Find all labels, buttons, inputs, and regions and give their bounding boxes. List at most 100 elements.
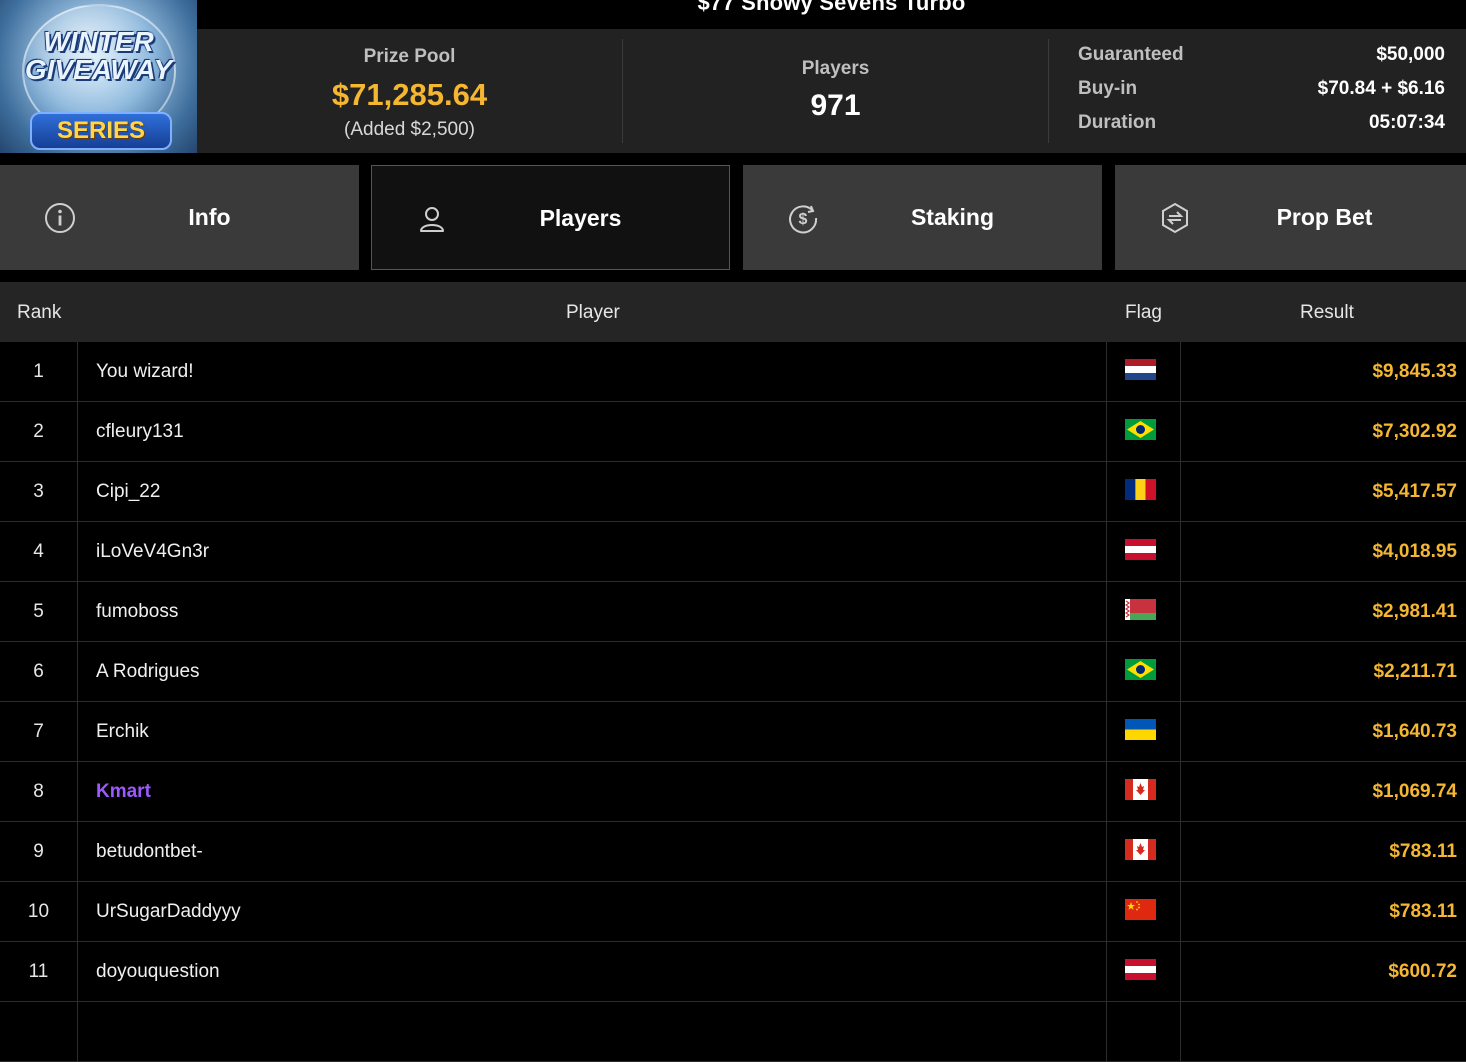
rank-cell: 8 bbox=[0, 762, 78, 822]
tab-bar: Info Players $ Staking Prop Bet bbox=[0, 165, 1466, 270]
header-result[interactable]: Result bbox=[1300, 302, 1354, 324]
title-bar: $77 Snowy Sevens Turbo bbox=[197, 0, 1466, 29]
table-row[interactable]: 8 Kmart $1,069.74 bbox=[0, 762, 1466, 822]
tab-players-label: Players bbox=[539, 205, 622, 231]
tab-players[interactable]: Players bbox=[371, 165, 730, 270]
austria-flag-icon bbox=[1125, 539, 1156, 560]
tab-prop-bet-label: Prop Bet bbox=[1276, 204, 1373, 230]
tab-staking[interactable]: $ Staking bbox=[743, 165, 1102, 270]
player-name[interactable]: You wizard! bbox=[96, 342, 194, 402]
tournament-summary: Prize Pool $71,285.64 (Added $2,500) Pla… bbox=[197, 29, 1466, 153]
flag-cell bbox=[1106, 642, 1181, 702]
netherlands-flag-icon bbox=[1125, 359, 1156, 380]
canada-flag-icon bbox=[1125, 779, 1156, 800]
table-row[interactable]: 10 UrSugarDaddyyy $783.11 bbox=[0, 882, 1466, 942]
rank-cell: 9 bbox=[0, 822, 78, 882]
rank-cell: 4 bbox=[0, 522, 78, 582]
result-cell: $4,018.95 bbox=[1372, 541, 1457, 562]
table-row[interactable]: 2 cfleury131 $7,302.92 bbox=[0, 402, 1466, 462]
rank-cell bbox=[0, 1002, 78, 1062]
prize-pool-block: Prize Pool $71,285.64 (Added $2,500) bbox=[197, 29, 622, 153]
rank-cell: 6 bbox=[0, 642, 78, 702]
table-row[interactable]: 4 iLoVeV4Gn3r $4,018.95 bbox=[0, 522, 1466, 582]
tab-info[interactable]: Info bbox=[0, 165, 359, 270]
buyin-label: Buy-in bbox=[1078, 78, 1138, 99]
tournament-title: $77 Snowy Sevens Turbo bbox=[697, 0, 966, 15]
guaranteed-value: $50,000 bbox=[1376, 44, 1445, 65]
table-row[interactable]: 6 A Rodrigues $2,211.71 bbox=[0, 642, 1466, 702]
player-name[interactable]: fumoboss bbox=[96, 582, 178, 642]
table-row[interactable]: 3 Cipi_22 $5,417.57 bbox=[0, 462, 1466, 522]
buyin-row: Buy-in $70.84 + $6.16 bbox=[1078, 78, 1445, 112]
player-name[interactable]: Erchik bbox=[96, 702, 149, 762]
divider bbox=[1048, 39, 1049, 143]
guaranteed-label: Guaranteed bbox=[1078, 44, 1184, 65]
flag-cell bbox=[1106, 582, 1181, 642]
banner-line-giveaway: GIVEAWAY bbox=[24, 54, 173, 85]
player-name-highlighted[interactable]: Kmart bbox=[96, 762, 151, 822]
rank-cell: 3 bbox=[0, 462, 78, 522]
flag-cell bbox=[1106, 822, 1181, 882]
winter-giveaway-series-logo: WINTER GIVEAWAY SERIES bbox=[0, 0, 197, 153]
guaranteed-row: Guaranteed $50,000 bbox=[1078, 44, 1445, 78]
result-cell: $7,302.92 bbox=[1372, 421, 1457, 442]
rank-cell: 11 bbox=[0, 942, 78, 1002]
romania-flag-icon bbox=[1125, 479, 1156, 500]
tab-prop-bet[interactable]: Prop Bet bbox=[1115, 165, 1466, 270]
result-cell: $2,981.41 bbox=[1372, 601, 1457, 622]
rank-cell: 5 bbox=[0, 582, 78, 642]
player-name[interactable]: betudontbet- bbox=[96, 822, 203, 882]
result-cell: $5,417.57 bbox=[1372, 481, 1457, 502]
table-header: Rank Player Flag Result bbox=[0, 282, 1466, 342]
result-cell: $783.11 bbox=[1389, 901, 1457, 922]
flag-cell bbox=[1106, 882, 1181, 942]
table-row[interactable]: 11 doyouquestion $600.72 bbox=[0, 942, 1466, 1002]
flag-cell bbox=[1106, 1002, 1181, 1062]
flag-cell bbox=[1106, 702, 1181, 762]
table-row[interactable]: 9 betudontbet- $783.11 bbox=[0, 822, 1466, 882]
table-row[interactable]: 5 fumoboss $2,981.41 bbox=[0, 582, 1466, 642]
players-block: Players 971 bbox=[623, 29, 1048, 153]
duration-row: Duration 05:07:34 bbox=[1078, 112, 1445, 146]
china-flag-icon bbox=[1125, 899, 1156, 920]
rank-cell: 1 bbox=[0, 342, 78, 402]
flag-cell bbox=[1106, 522, 1181, 582]
players-label: Players bbox=[801, 58, 870, 79]
belarus-flag-icon bbox=[1125, 599, 1156, 620]
result-cell: $1,640.73 bbox=[1372, 721, 1457, 742]
flag-cell bbox=[1106, 342, 1181, 402]
tab-staking-label: Staking bbox=[910, 204, 995, 230]
rank-cell: 7 bbox=[0, 702, 78, 762]
prize-pool-label: Prize Pool bbox=[363, 46, 456, 67]
brazil-flag-icon bbox=[1125, 419, 1156, 440]
tab-info-label: Info bbox=[188, 204, 231, 230]
header-rank[interactable]: Rank bbox=[17, 302, 61, 324]
table-row[interactable]: 1 You wizard! $9,845.33 bbox=[0, 342, 1466, 402]
flag-cell bbox=[1106, 402, 1181, 462]
duration-label: Duration bbox=[1078, 112, 1157, 133]
table-row[interactable]: 7 Erchik $1,640.73 bbox=[0, 702, 1466, 762]
flag-cell bbox=[1106, 462, 1181, 522]
canada-flag-icon bbox=[1125, 839, 1156, 860]
table-row[interactable] bbox=[0, 1002, 1466, 1062]
duration-value: 05:07:34 bbox=[1368, 112, 1445, 133]
prize-pool-value: $71,285.64 bbox=[331, 77, 488, 112]
banner-line-series: SERIES bbox=[30, 112, 172, 150]
player-name[interactable]: iLoVeV4Gn3r bbox=[96, 522, 209, 582]
prize-pool-added: (Added $2,500) bbox=[344, 119, 475, 140]
austria-flag-icon bbox=[1125, 959, 1156, 980]
player-name[interactable]: cfleury131 bbox=[96, 402, 184, 462]
flag-cell bbox=[1106, 762, 1181, 822]
flag-cell bbox=[1106, 942, 1181, 1002]
player-name[interactable]: UrSugarDaddyyy bbox=[96, 882, 241, 942]
header-flag[interactable]: Flag bbox=[1125, 302, 1162, 324]
result-cell: $783.11 bbox=[1389, 841, 1457, 862]
rank-cell: 10 bbox=[0, 882, 78, 942]
players-count: 971 bbox=[810, 89, 861, 122]
player-name[interactable]: A Rodrigues bbox=[96, 642, 200, 702]
banner-line-winter: WINTER bbox=[43, 26, 154, 57]
header-player[interactable]: Player bbox=[566, 302, 620, 324]
result-cell: $1,069.74 bbox=[1372, 781, 1457, 802]
player-name[interactable]: Cipi_22 bbox=[96, 462, 160, 522]
player-name[interactable]: doyouquestion bbox=[96, 942, 220, 1002]
